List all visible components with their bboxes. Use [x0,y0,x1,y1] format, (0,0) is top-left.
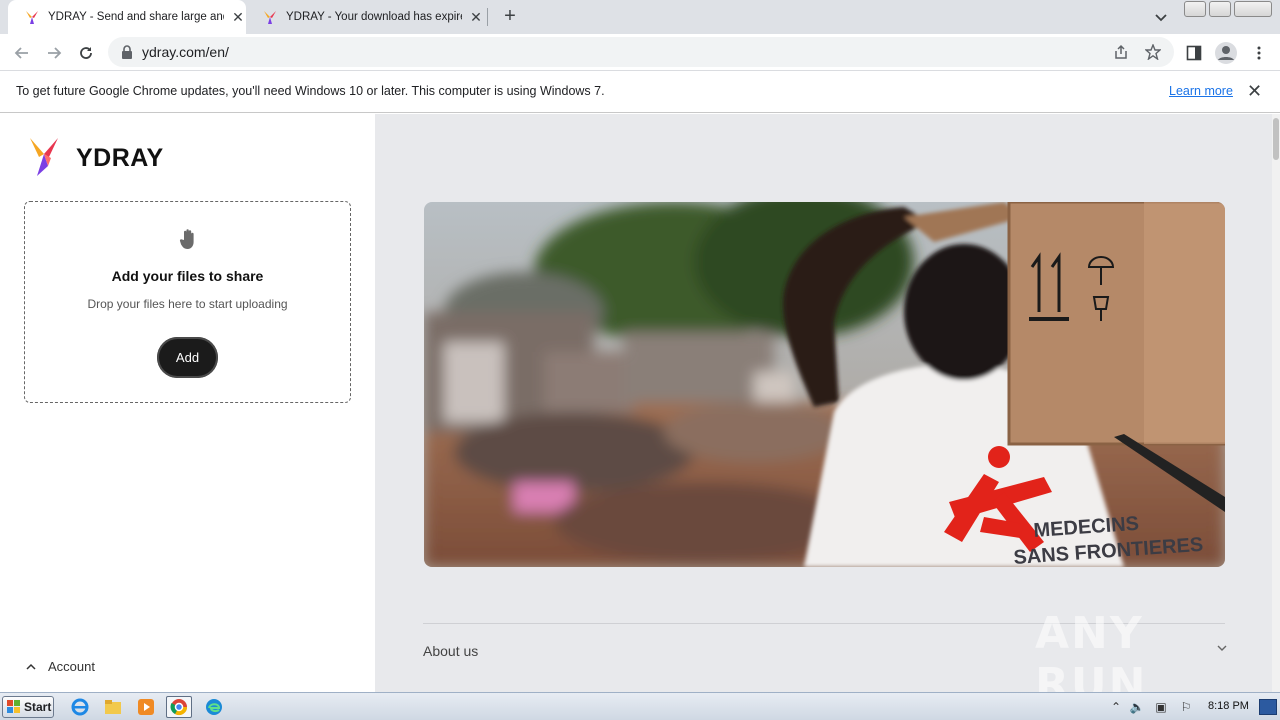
menu-kebab-icon[interactable] [1251,45,1267,61]
tab-search-chevron-icon[interactable] [1150,6,1172,28]
windows-taskbar: Start ⌃ 🔈 ▣ ⚐ 8:18 PM [0,692,1280,720]
tray-expand-icon[interactable]: ⌃ [1108,699,1124,715]
file-explorer-icon[interactable] [100,696,126,718]
start-button[interactable]: Start [2,696,54,718]
ydray-favicon [264,11,276,24]
reload-button[interactable] [72,39,100,67]
show-desktop-icon[interactable] [1259,699,1277,715]
action-center-flag-icon[interactable]: ⚐ [1178,699,1194,715]
profile-avatar-icon[interactable] [1214,41,1238,65]
file-drop-zone[interactable]: Add your files to share Drop your files … [24,201,351,403]
upload-heading: Add your files to share [111,268,264,284]
hand-icon [179,229,194,249]
volume-icon[interactable]: 🔈 [1129,699,1145,715]
windows-logo-icon [7,700,20,713]
ydray-logo-icon [30,138,58,176]
brand-name: YDRAY [76,144,164,172]
about-us-link[interactable]: About us [423,643,478,659]
upload-subtext: Drop your files here to start uploading [87,297,288,311]
ydray-favicon [26,11,38,24]
browser-toolbar: ydray.com/en/ [0,34,1280,71]
page-scrollbar[interactable] [1272,114,1280,692]
tab-ydray-send[interactable]: YDRAY - Send and share large and b ✕ [8,0,246,34]
new-tab-button[interactable]: + [498,5,522,29]
maximize-window-button[interactable] [1209,1,1231,17]
tab-title: YDRAY - Send and share large and b [48,11,224,23]
learn-more-link[interactable]: Learn more [1169,84,1233,98]
scrollbar-thumb[interactable] [1273,118,1279,160]
side-panel-icon[interactable] [1186,45,1202,61]
tab-ydray-expired[interactable]: YDRAY - Your download has expired ✕ [246,0,484,34]
hero-panel: MEDECINS SANS FRONTIERES About us ANY RU… [375,114,1272,710]
add-files-button[interactable]: Add [157,337,218,378]
back-button[interactable] [8,39,36,67]
network-icon[interactable]: ▣ [1153,699,1169,715]
tab-title: YDRAY - Your download has expired [286,11,462,23]
reload-icon [80,47,92,59]
minimize-window-button[interactable] [1184,1,1206,17]
upload-panel: YDRAY Add your files to share Drop your … [0,114,375,692]
close-tab-icon[interactable]: ✕ [468,9,484,25]
forward-arrow-icon [48,47,62,59]
tab-separator [487,8,488,26]
media-player-icon[interactable] [133,696,159,718]
share-icon[interactable] [1113,44,1129,60]
chrome-taskbar-icon[interactable] [166,696,192,718]
start-label: Start [24,700,52,714]
chrome-update-infobar: To get future Google Chrome updates, you… [0,71,1280,113]
close-window-button[interactable] [1234,1,1272,17]
back-arrow-icon [14,47,28,59]
account-label: Account [48,659,95,674]
close-infobar-icon[interactable]: ✕ [1247,81,1262,102]
bookmark-star-icon[interactable] [1145,44,1161,60]
msf-hero-image: MEDECINS SANS FRONTIERES [424,202,1225,567]
infobar-message: To get future Google Chrome updates, you… [16,84,605,98]
address-bar[interactable]: ydray.com/en/ [108,37,1174,67]
lock-icon [122,45,132,59]
close-tab-icon[interactable]: ✕ [230,9,246,25]
chevron-up-icon [26,663,36,670]
internet-explorer-icon[interactable] [67,696,93,718]
tab-strip: YDRAY - Send and share large and b ✕ YDR… [0,0,1280,34]
account-toggle[interactable]: Account [24,659,95,674]
taskbar-clock[interactable]: 8:18 PM [1208,700,1249,712]
edge-icon[interactable] [201,696,227,718]
forward-button[interactable] [40,39,68,67]
url-text: ydray.com/en/ [142,44,229,60]
